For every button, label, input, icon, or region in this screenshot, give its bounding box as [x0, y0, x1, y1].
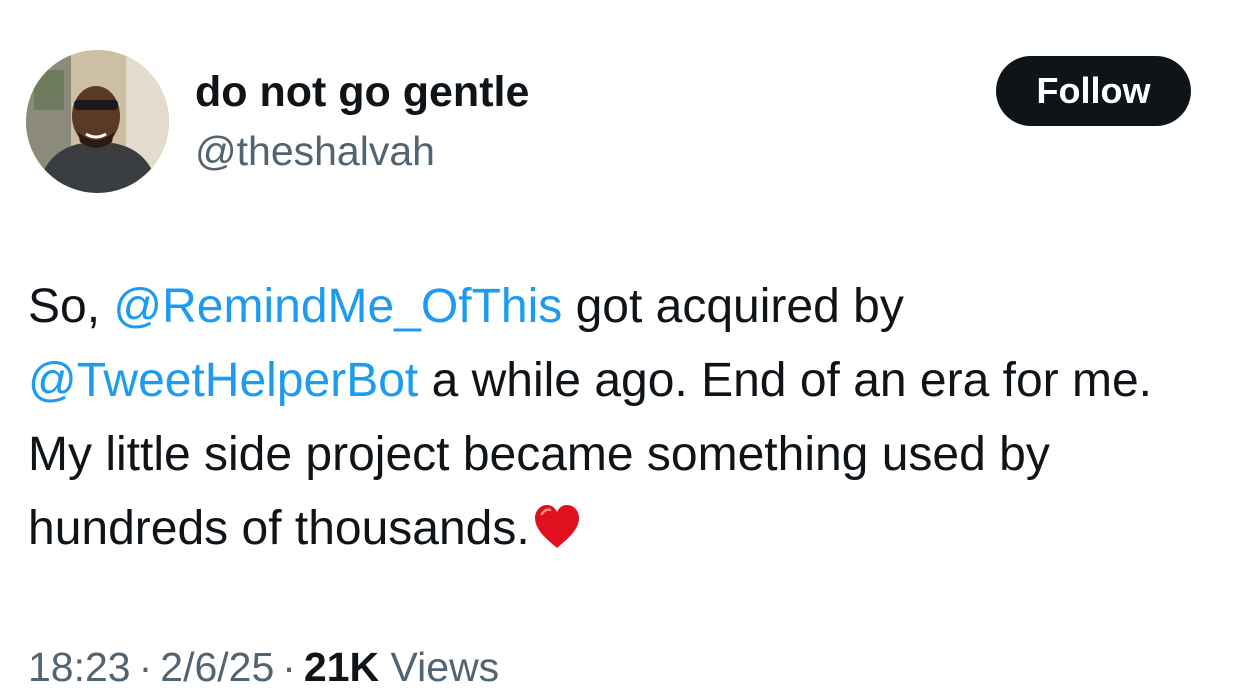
separator-dot: ·	[138, 644, 153, 690]
follow-button[interactable]: Follow	[996, 56, 1191, 126]
display-name[interactable]: do not go gentle	[195, 66, 529, 118]
separator-dot: ·	[282, 644, 296, 690]
tweet-text-prefix: So,	[28, 280, 101, 333]
red-heart-icon	[532, 500, 582, 574]
avatar[interactable]	[26, 50, 169, 193]
views-count: 21K	[303, 644, 380, 690]
avatar-photo-icon	[26, 50, 169, 193]
user-handle[interactable]: @theshalvah	[195, 125, 435, 177]
mention-link-tweethelperbot[interactable]: @TweetHelperBot	[28, 354, 418, 407]
tweet-meta: 18:23 · 2/6/25 · 21K Views	[28, 640, 499, 694]
tweet-text: So, @RemindMe_OfThis got acquired by @Tw…	[28, 270, 1218, 574]
views-label: Views	[390, 644, 500, 690]
tweet-card: do not go gentle @theshalvah Follow So, …	[0, 0, 1242, 698]
mention-link-remindme[interactable]: @RemindMe_OfThis	[113, 280, 562, 333]
tweet-text-part-1: got acquired by	[575, 280, 904, 333]
tweet-time[interactable]: 18:23	[28, 644, 131, 690]
tweet-date[interactable]: 2/6/25	[160, 644, 274, 690]
